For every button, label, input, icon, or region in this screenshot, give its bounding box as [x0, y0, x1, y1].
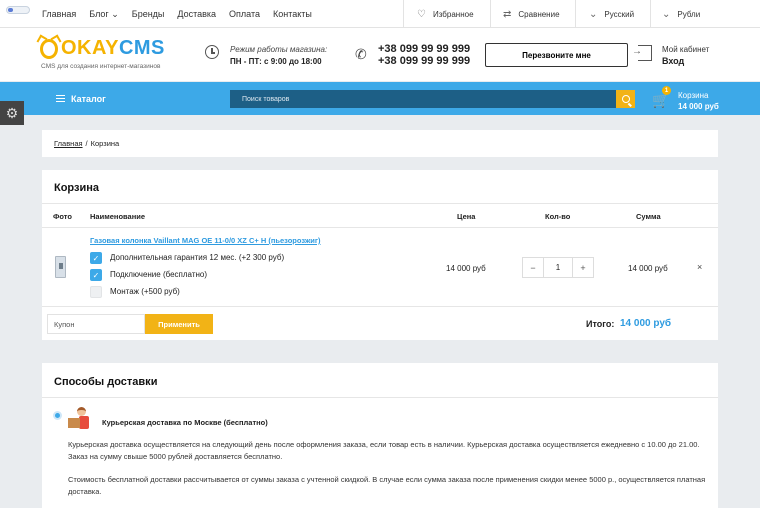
item-price: 14 000 руб [446, 264, 486, 273]
heart-icon: ♡ [417, 9, 426, 20]
delivery-method-name[interactable]: Курьерская доставка по Москве (бесплатно… [102, 418, 268, 427]
top-nav-payment[interactable]: Оплата [229, 9, 260, 20]
breadcrumb-card [42, 130, 718, 157]
logo-subtitle: CMS для создания интернет-магазинов [41, 63, 161, 70]
top-nav-home[interactable]: Главная [42, 9, 76, 20]
top-nav-contacts[interactable]: Контакты [273, 9, 312, 20]
breadcrumb-home[interactable]: Главная [54, 139, 83, 148]
item-sum: 14 000 руб [628, 264, 668, 273]
cart-label[interactable]: Корзина [678, 91, 708, 100]
phone-number-1[interactable]: +38 099 99 99 999 [378, 43, 470, 55]
favorites-link[interactable]: ♡ Избранное [417, 9, 474, 20]
toggle-icon[interactable] [6, 6, 30, 14]
divider [42, 306, 718, 307]
divider [575, 0, 576, 28]
hours-label: Режим работы магазина: [230, 45, 328, 54]
login-link[interactable]: Вход [662, 56, 684, 66]
top-nav-brands[interactable]: Бренды [132, 9, 165, 20]
callback-button[interactable]: Перезвоните мне [485, 43, 628, 67]
cart-count-badge: 1 [662, 86, 671, 95]
col-name: Наименование [90, 212, 146, 221]
search-icon [621, 95, 630, 103]
hours-value: ПН - ПТ: с 9:00 до 18:00 [230, 57, 322, 66]
breadcrumb-separator: / [85, 139, 88, 148]
delivery-description: Курьерская доставка осуществляется на сл… [68, 440, 700, 461]
catalog-label: Каталог [71, 93, 106, 104]
language-label: Русский [604, 10, 635, 19]
menu-icon [56, 95, 65, 102]
cart-title: Корзина [54, 182, 99, 194]
option-checkbox-connection[interactable]: ✓ [90, 269, 102, 281]
option-checkbox-warranty[interactable]: ✓ [90, 252, 102, 264]
logo[interactable]: OKAYCMS [40, 37, 165, 60]
total-value: 14 000 руб [620, 318, 672, 329]
compare-label: Сравнение [518, 10, 560, 19]
delivery-title: Способы доставки [54, 376, 158, 388]
divider [42, 227, 718, 228]
option-label-warranty: Дополнительная гарантия 12 мес. (+2 300 … [110, 253, 285, 262]
chevron-down-icon: ⌄ [662, 9, 671, 20]
currency-label: Рубли [677, 10, 701, 19]
divider [42, 203, 718, 204]
product-name-link[interactable]: Газовая колонка Vaillant MAG OE 11-0/0 X… [90, 236, 321, 245]
search-input[interactable] [230, 90, 616, 108]
phone-icon: ✆ [355, 46, 367, 62]
logo-okay: OKAY [61, 37, 119, 59]
col-sum: Сумма [636, 212, 661, 221]
cart-total: 14 000 руб [678, 102, 719, 111]
catalog-button[interactable]: Каталог [42, 82, 197, 115]
col-photo: Фото [53, 212, 72, 221]
logo-icon [40, 38, 58, 59]
col-qty: Кол-во [545, 212, 571, 221]
coupon-input[interactable] [47, 314, 145, 334]
search-button[interactable] [616, 90, 635, 108]
shuffle-icon: ⇄ [503, 9, 512, 20]
chevron-down-icon: ⌄ [589, 9, 598, 20]
product-image[interactable] [55, 256, 66, 278]
phone-number-2[interactable]: +38 099 99 99 999 [378, 55, 470, 67]
total-label: Итого: [586, 319, 615, 329]
option-checkbox-installation[interactable] [90, 286, 102, 298]
chevron-down-icon: ⌄ [111, 9, 119, 19]
cabinet-label: Мой кабинет [662, 45, 710, 54]
col-price: Цена [457, 212, 476, 221]
delivery-radio[interactable] [53, 411, 62, 420]
remove-item-icon[interactable]: × [697, 262, 702, 272]
favorites-label: Избранное [432, 10, 474, 19]
top-nav: Главная Блог ⌄ Бренды Доставка Оплата Ко… [42, 9, 312, 20]
top-nav-blog-label: Блог [89, 9, 109, 19]
divider [42, 397, 718, 398]
quantity-plus-button[interactable]: + [573, 258, 593, 277]
divider [403, 0, 404, 28]
language-select[interactable]: ⌄ Русский [589, 9, 634, 20]
login-icon [632, 45, 652, 61]
top-nav-blog[interactable]: Блог ⌄ [89, 9, 119, 20]
quantity-minus-button[interactable]: − [523, 258, 543, 277]
delivery-cost-note: Стоимость бесплатной доставки рассчитыва… [68, 475, 706, 496]
divider [650, 0, 651, 28]
quantity-stepper: − 1 + [522, 257, 594, 278]
option-label-connection: Подключение (бесплатно) [110, 270, 208, 279]
settings-gear-icon[interactable]: ⚙ [0, 101, 24, 125]
compare-link[interactable]: ⇄ Сравнение [503, 9, 560, 20]
top-nav-delivery[interactable]: Доставка [177, 9, 216, 20]
divider [490, 0, 491, 28]
breadcrumb-current: Корзина [90, 139, 120, 148]
logo-cms: CMS [118, 37, 165, 59]
courier-icon [68, 407, 94, 431]
currency-select[interactable]: ⌄ Рубли [662, 9, 700, 20]
clock-icon [205, 45, 219, 59]
search-box [230, 90, 616, 108]
breadcrumb: Главная / Корзина [54, 139, 119, 148]
quantity-value[interactable]: 1 [543, 258, 573, 277]
apply-coupon-button[interactable]: Применить [145, 314, 213, 334]
option-label-installation: Монтаж (+500 руб) [110, 287, 180, 296]
